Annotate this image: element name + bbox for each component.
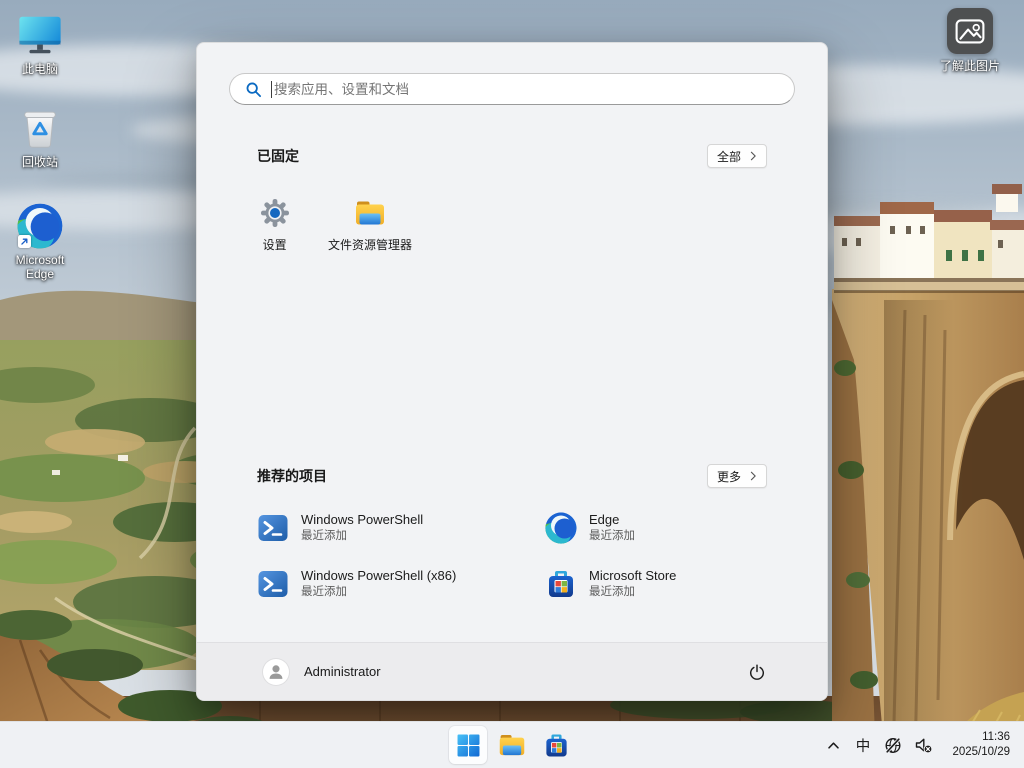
start-button[interactable] — [449, 726, 487, 764]
taskbar-clock[interactable]: 11:36 2025/10/29 — [938, 730, 1022, 760]
windows-logo-icon — [457, 734, 480, 757]
tray-input-method-button[interactable]: 中 — [848, 726, 878, 764]
file-explorer-folder-icon — [354, 197, 386, 229]
recommended-item-meta: 最近添加 — [589, 585, 676, 600]
powershell-icon — [257, 568, 289, 600]
power-button[interactable] — [739, 654, 775, 690]
recommended-item-name: Edge — [589, 512, 635, 528]
powershell-icon — [257, 512, 289, 544]
store-icon — [543, 732, 570, 759]
desktop-icon-label: Microsoft Edge — [4, 253, 76, 281]
pinned-all-button[interactable]: 全部 — [707, 144, 767, 168]
file-explorer-folder-icon — [498, 731, 526, 759]
desktop-icon-label: 此电脑 — [22, 62, 58, 76]
store-icon — [545, 568, 577, 600]
pinned-item-label: 文件资源管理器 — [328, 238, 412, 252]
pinned-section-header: 已固定 全部 — [257, 144, 767, 168]
recommended-title: 推荐的项目 — [257, 466, 327, 486]
clock-date: 2025/10/29 — [938, 745, 1010, 760]
chevron-up-icon — [824, 736, 843, 755]
user-account-button[interactable]: Administrator — [257, 655, 387, 689]
speaker-muted-icon — [914, 736, 933, 755]
edge-icon — [545, 512, 577, 544]
pinned-grid: 设置 文件资源管理器 — [227, 189, 799, 277]
edge-icon — [16, 202, 64, 250]
power-icon — [748, 663, 766, 681]
input-method-indicator: 中 — [856, 735, 871, 756]
recommended-grid: Windows PowerShell 最近添加 Edge 最近添加 Window… — [257, 507, 769, 605]
recommended-item-meta: 最近添加 — [589, 529, 635, 544]
recommended-item-meta: 最近添加 — [301, 585, 456, 600]
tray-network-button[interactable] — [878, 726, 908, 764]
user-name: Administrator — [304, 664, 381, 679]
recommended-item-meta: 最近添加 — [301, 529, 423, 544]
desktop-icon-label: 了解此图片 — [940, 59, 1000, 73]
pinned-item-settings[interactable]: 设置 — [227, 189, 322, 277]
taskbar-tray: 中 11:36 2025/10/29 — [818, 725, 1022, 765]
pinned-item-label: 设置 — [263, 238, 287, 252]
recommended-item-powershell[interactable]: Windows PowerShell 最近添加 — [257, 507, 545, 549]
settings-gear-icon — [259, 197, 291, 229]
recommended-item-powershell-x86[interactable]: Windows PowerShell (x86) 最近添加 — [257, 563, 545, 605]
recommended-item-name: Windows PowerShell (x86) — [301, 568, 456, 584]
pinned-item-file-explorer[interactable]: 文件资源管理器 — [322, 189, 417, 277]
recommended-section-header: 推荐的项目 更多 — [257, 464, 767, 488]
desktop-icon-this-pc[interactable]: 此电脑 — [1, 11, 79, 76]
chevron-right-icon — [750, 151, 757, 161]
pinned-title: 已固定 — [257, 146, 299, 166]
avatar — [263, 659, 289, 685]
recommended-more-button[interactable]: 更多 — [707, 464, 767, 488]
taskbar-center-icons — [449, 726, 575, 764]
taskbar-file-explorer-button[interactable] — [493, 726, 531, 764]
picture-info-icon — [947, 8, 993, 54]
start-menu: 已固定 全部 设置 文件资源管理器 推荐的项目 更多 — [196, 42, 828, 701]
search-box — [229, 73, 795, 105]
person-icon — [265, 661, 287, 683]
search-input[interactable] — [230, 74, 794, 104]
shortcut-arrow-icon — [18, 235, 31, 248]
globe-no-internet-icon — [884, 736, 903, 755]
recommended-item-name: Microsoft Store — [589, 568, 676, 584]
this-pc-monitor-icon — [16, 11, 64, 59]
desktop-icon-recycle-bin[interactable]: 回收站 — [1, 104, 79, 169]
more-button-label: 更多 — [717, 468, 741, 485]
desktop: 此电脑 回收站 Microsoft Edge 了解此图片 已固定 — [0, 0, 1024, 768]
all-button-label: 全部 — [717, 148, 741, 165]
taskbar-store-button[interactable] — [537, 726, 575, 764]
taskbar: 中 11:36 2025/10/29 — [0, 721, 1024, 768]
desktop-icon-learn-picture[interactable]: 了解此图片 — [922, 8, 1018, 73]
desktop-icon-label: 回收站 — [22, 155, 58, 169]
desktop-icon-microsoft-edge[interactable]: Microsoft Edge — [1, 202, 79, 281]
recycle-bin-icon — [16, 104, 64, 152]
start-menu-footer: Administrator — [197, 642, 827, 700]
recommended-item-name: Windows PowerShell — [301, 512, 423, 528]
chevron-right-icon — [750, 471, 757, 481]
recommended-item-microsoft-store[interactable]: Microsoft Store 最近添加 — [545, 563, 769, 605]
recommended-item-edge[interactable]: Edge 最近添加 — [545, 507, 769, 549]
tray-volume-button[interactable] — [908, 726, 938, 764]
clock-time: 11:36 — [938, 730, 1010, 745]
tray-show-hidden-icons-button[interactable] — [818, 726, 848, 764]
